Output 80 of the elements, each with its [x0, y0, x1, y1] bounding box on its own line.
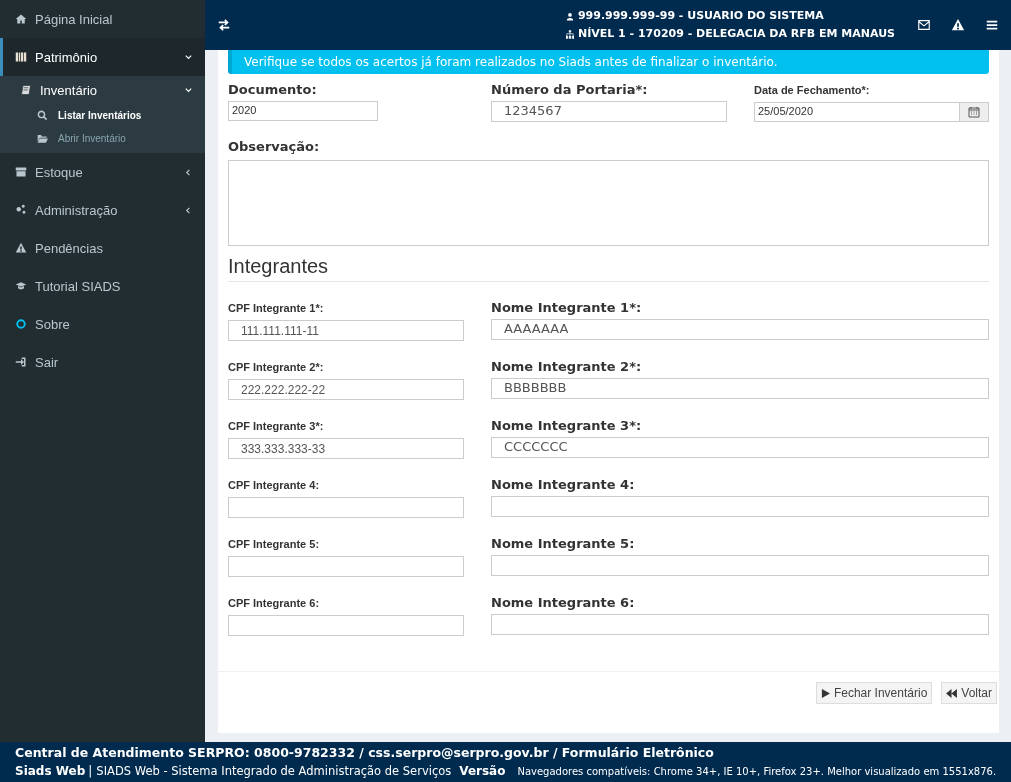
field-label: Observação: [228, 139, 321, 154]
user-icon [565, 11, 574, 21]
user-name: 999.999.999-99 - USUARIO DO SISTEMA [577, 8, 824, 24]
sidebar-item[interactable]: Sobre [0, 305, 205, 343]
envelope-icon[interactable] [917, 18, 931, 32]
input-field[interactable] [491, 614, 989, 635]
house-icon [15, 13, 27, 25]
gears-icon [15, 204, 27, 216]
chevron-left-icon [184, 205, 193, 215]
folder-icon [37, 133, 48, 144]
swap-arrows-icon[interactable] [217, 18, 231, 32]
field-label: Nome Integrante 5: [491, 536, 636, 551]
input-field[interactable]: 2020 [228, 101, 378, 121]
archive-icon [15, 166, 27, 178]
footer-contact: Central de Atendimento SERPRO: 0800-9782332 / css.serpro@serpro.gov.br / Formulário Eletrônico [15, 744, 715, 762]
field-label: CPF Integrante 6: [228, 597, 321, 609]
input-field[interactable]: 222.222.222-22 [228, 379, 464, 400]
calendar-button[interactable] [960, 102, 989, 122]
footer-system: SIADS Web - Sistema Integrado de Administração de Serviços [96, 763, 452, 780]
field-label: CPF Integrante 1*: [228, 302, 325, 314]
sidebar-item[interactable]: Página Inicial [0, 0, 205, 38]
footer-browsers: Navegadores compatíveis: Chrome 34+, IE 10+, Firefox 23+. Melhor visualizado em 1551x876. [517, 765, 997, 779]
sidebar-item[interactable]: Estoque [0, 153, 205, 191]
sidebar-item[interactable]: Pendências [0, 229, 205, 267]
input-field[interactable] [228, 497, 464, 518]
input-field[interactable]: AAAAAAA [491, 319, 989, 340]
graduation-cap-icon [15, 280, 27, 292]
warning-icon [15, 242, 27, 254]
date-field[interactable]: 25/05/2020 [754, 102, 960, 122]
book-icon [20, 84, 32, 96]
sitemap-icon [565, 29, 574, 39]
info-alert: Verifique se todos os acertos já foram realizados no Siads antes de finalizar o inventário. [228, 50, 989, 74]
circle-icon [15, 318, 27, 330]
input-field[interactable] [228, 556, 464, 577]
search-icon [37, 110, 48, 121]
field-label: Nome Integrante 6: [491, 595, 636, 610]
calendar-icon [968, 106, 980, 118]
field-label: Nome Integrante 2*: [491, 359, 643, 374]
chevron-down-icon [184, 85, 193, 95]
input-field[interactable] [228, 615, 464, 636]
field-label: CPF Integrante 2*: [228, 361, 325, 373]
sidebar-item[interactable]: Patrimônio [0, 38, 205, 76]
field-label: CPF Integrante 5: [228, 538, 321, 550]
field-label: Nome Integrante 4: [491, 477, 636, 492]
books-icon [15, 51, 27, 63]
chevron-down-icon [184, 52, 193, 62]
back-button[interactable]: Voltar [941, 682, 997, 704]
input-field[interactable]: CCCCCCC [491, 437, 989, 458]
input-field[interactable]: 111.111.111-11 [228, 320, 464, 341]
field-label: CPF Integrante 3*: [228, 420, 325, 432]
sidebar-item[interactable]: Administração [0, 191, 205, 229]
footer-version: Versão [459, 763, 506, 780]
backward-icon [946, 688, 958, 698]
input-field[interactable]: BBBBBBB [491, 378, 989, 399]
footer-separator: | [88, 763, 93, 780]
sign-in-icon [15, 356, 27, 368]
field-label: Documento: [228, 82, 318, 97]
sidebar-item[interactable]: Abrir Inventário [0, 127, 205, 150]
close-inventory-button[interactable]: Fechar Inventário [815, 682, 933, 704]
input-field[interactable] [491, 496, 989, 517]
sidebar-item[interactable]: Inventário [0, 76, 205, 104]
play-icon [820, 688, 830, 698]
sidebar-item[interactable]: Sair [0, 343, 205, 381]
footer-brand: Siads Web [15, 763, 86, 780]
sidebar-item[interactable]: Listar Inventários [0, 104, 205, 127]
input-field[interactable] [491, 555, 989, 576]
warning-icon[interactable] [951, 18, 965, 32]
observation-textarea[interactable] [228, 160, 989, 246]
field-label: Número da Portaria*: [491, 82, 649, 97]
input-field[interactable]: 1234567 [491, 101, 727, 122]
unit-name: NÍVEL 1 - 170209 - DELEGACIA DA RFB EM MANAUS [577, 26, 895, 42]
input-field[interactable]: 333.333.333-33 [228, 438, 464, 459]
sidebar-item[interactable]: Tutorial SIADS [0, 267, 205, 305]
field-label: CPF Integrante 4: [228, 479, 321, 491]
field-label: Nome Integrante 1*: [491, 300, 643, 315]
section-title: Integrantes [228, 255, 989, 282]
field-label: Nome Integrante 3*: [491, 418, 643, 433]
chevron-left-icon [184, 167, 193, 177]
menu-icon[interactable] [985, 18, 999, 32]
field-label: Data de Fechamento*: [754, 84, 871, 96]
